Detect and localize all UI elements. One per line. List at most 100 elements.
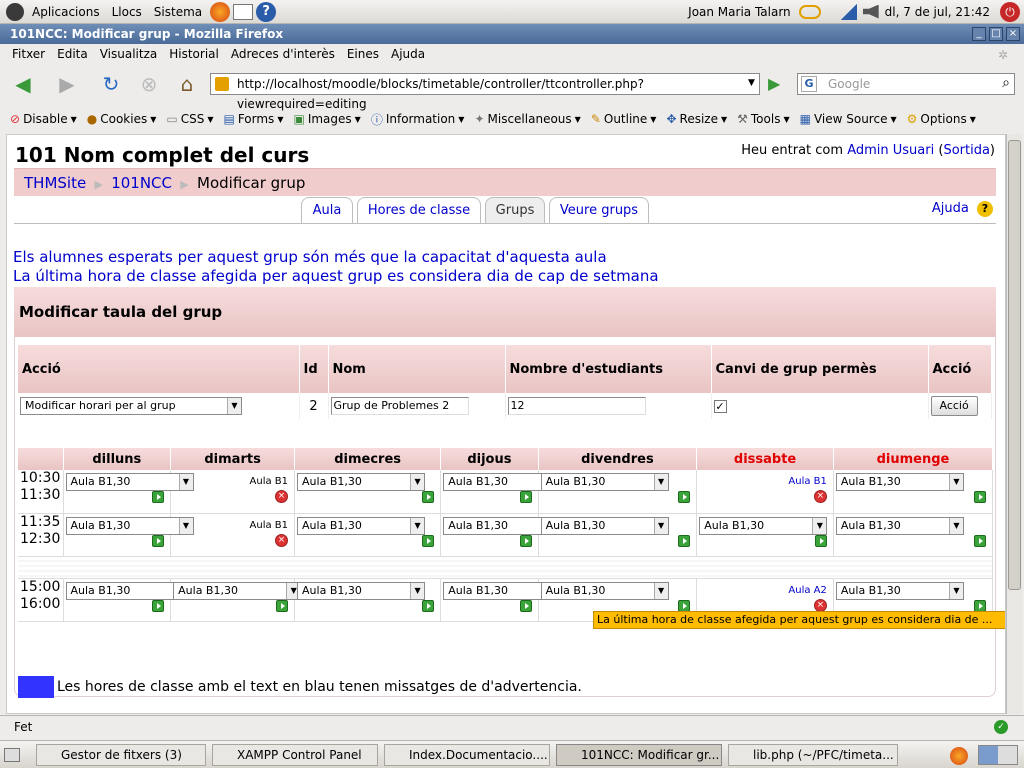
help-launcher-icon[interactable]: ?: [256, 1, 277, 22]
delete-icon[interactable]: ×: [275, 490, 289, 503]
volume-icon[interactable]: [862, 4, 879, 19]
home-icon[interactable]: ⌂: [172, 69, 202, 99]
wd-outline[interactable]: ✎ Outline ▼: [591, 112, 657, 126]
apply-go-icon[interactable]: [422, 534, 435, 547]
tab-veure-grups[interactable]: Veure grups: [549, 197, 649, 223]
task-firefox[interactable]: 101NCC: Modificar gr...: [556, 744, 722, 766]
action-select[interactable]: Modificar horari per al grup ▼: [20, 397, 242, 415]
apply-go-icon[interactable]: [152, 534, 165, 547]
wd-miscellaneous[interactable]: ✦ Miscellaneous ▼: [474, 112, 580, 126]
firefox-tray-icon[interactable]: [950, 747, 968, 765]
apply-go-icon[interactable]: [519, 599, 532, 612]
url-dropdown-icon[interactable]: ▼: [748, 78, 755, 88]
apply-go-icon[interactable]: [152, 599, 165, 612]
wd-forms[interactable]: ▤ Forms ▼: [223, 112, 283, 126]
classroom-select[interactable]: Aula B1,30▼: [540, 581, 669, 600]
apply-go-icon[interactable]: [814, 534, 827, 547]
apply-go-icon[interactable]: [974, 599, 986, 612]
classroom-select[interactable]: Aula B1,30▼: [297, 516, 426, 535]
places-menu[interactable]: Llocs: [112, 5, 142, 19]
delete-icon[interactable]: ×: [275, 533, 289, 547]
reload-icon[interactable]: ↻: [96, 69, 126, 99]
shutdown-icon[interactable]: ⏻: [1000, 1, 1020, 22]
tab-aula[interactable]: Aula: [301, 197, 353, 223]
back-arrow-icon[interactable]: ◀: [8, 69, 38, 99]
system-menu[interactable]: Sistema: [154, 5, 202, 19]
minimize-button[interactable]: _: [972, 27, 986, 41]
students-input[interactable]: 12: [507, 397, 646, 415]
task-file-manager[interactable]: Gestor de fitxers (3): [36, 744, 206, 766]
classroom-select[interactable]: Aula B1,30▼: [835, 473, 964, 491]
menu-edita[interactable]: Edita: [57, 47, 88, 61]
google-engine-icon[interactable]: G: [801, 76, 817, 92]
wd-css[interactable]: ▭ CSS ▼: [166, 112, 213, 126]
logout-link[interactable]: Sortida: [943, 143, 989, 158]
tab-hores-de-classe[interactable]: Hores de classe: [357, 197, 481, 223]
forward-arrow-icon[interactable]: ▶: [52, 69, 82, 99]
wd-disable[interactable]: ⊘ Disable ▼: [10, 112, 77, 126]
apply-go-icon[interactable]: [974, 491, 986, 503]
breadcrumb-site[interactable]: THMSite: [24, 174, 86, 192]
apply-go-icon[interactable]: [678, 491, 691, 503]
close-button[interactable]: ×: [1006, 27, 1020, 41]
action-button[interactable]: Acció: [930, 396, 978, 416]
gnome-foot-icon[interactable]: [6, 2, 24, 21]
wd-information[interactable]: ⓘ Information ▼: [371, 111, 465, 128]
apply-go-icon[interactable]: [678, 599, 691, 612]
help-icon[interactable]: ?: [977, 201, 993, 217]
breadcrumb-course[interactable]: 101NCC: [111, 174, 172, 192]
search-icon[interactable]: ⌕: [1002, 75, 1010, 91]
firefox-launcher-icon[interactable]: [210, 1, 231, 22]
wd-resize[interactable]: ✥ Resize ▼: [666, 112, 727, 126]
scrollbar-thumb[interactable]: [1008, 140, 1021, 590]
network-signal-icon[interactable]: [840, 3, 857, 20]
classroom-select[interactable]: Aula B1,30▼: [699, 516, 828, 535]
user-link[interactable]: Admin Usuari: [847, 143, 934, 158]
menu-visualitza[interactable]: Visualitza: [100, 47, 158, 61]
mail-launcher-icon[interactable]: [233, 3, 254, 20]
task-index-doc[interactable]: Index.Documentacio....: [384, 744, 550, 766]
url-bar[interactable]: http://localhost/moodle/blocks/timetable…: [210, 73, 760, 111]
group-name-input[interactable]: Grup de Problemes 2: [330, 397, 469, 415]
classroom-select[interactable]: Aula B1,30▼: [540, 516, 669, 535]
help-link[interactable]: Ajuda ?: [932, 201, 993, 217]
wd-images[interactable]: ▣ Images ▼: [293, 112, 360, 126]
wd-cookies[interactable]: ● Cookies ▼: [87, 112, 157, 126]
classroom-select[interactable]: Aula B1,30▼: [297, 581, 426, 600]
apply-go-icon[interactable]: [422, 491, 435, 503]
delete-icon[interactable]: ×: [813, 598, 827, 612]
classroom-select[interactable]: Aula B1,30▼: [297, 473, 426, 491]
menu-fitxer[interactable]: Fitxer: [12, 47, 45, 61]
applications-menu[interactable]: Aplicacions: [32, 5, 100, 19]
apply-go-icon[interactable]: [152, 491, 165, 503]
menu-eines[interactable]: Eines: [347, 47, 379, 61]
wd-options[interactable]: ⚙ Options ▼: [907, 112, 976, 126]
apply-go-icon[interactable]: [519, 534, 532, 547]
classroom-select[interactable]: Aula B1,30▼: [173, 581, 302, 600]
go-icon[interactable]: ▶: [768, 74, 780, 93]
task-xampp[interactable]: XAMPP Control Panel: [212, 744, 378, 766]
stop-icon[interactable]: ⊗: [134, 69, 164, 99]
menu-bookmarks[interactable]: Adreces d'interès: [231, 47, 335, 61]
delete-icon[interactable]: ×: [813, 490, 827, 503]
clock[interactable]: dl, 7 de jul, 21:42: [885, 5, 990, 19]
search-box[interactable]: G Google ⌕: [797, 73, 1015, 95]
apply-go-icon[interactable]: [678, 534, 691, 547]
apply-go-icon[interactable]: [276, 599, 289, 612]
classroom-select[interactable]: Aula B1,30▼: [835, 516, 964, 535]
classroom-select[interactable]: Aula B1,30▼: [540, 473, 669, 491]
help-label[interactable]: Ajuda: [932, 201, 969, 216]
menu-historial[interactable]: Historial: [169, 47, 219, 61]
apply-go-icon[interactable]: [974, 534, 986, 547]
menu-ajuda[interactable]: Ajuda: [391, 47, 425, 61]
wd-view-source[interactable]: ▦ View Source ▼: [800, 112, 897, 126]
user-name[interactable]: Joan Maria Talarn: [688, 5, 791, 19]
classroom-select[interactable]: Aula B1,30▼: [835, 581, 964, 600]
task-lib-php[interactable]: lib.php (~/PFC/timeta...: [728, 744, 898, 766]
apply-go-icon[interactable]: [422, 599, 435, 612]
wd-tools[interactable]: ⚒ Tools ▼: [737, 112, 789, 126]
show-desktop-icon[interactable]: [4, 748, 20, 762]
apply-go-icon[interactable]: [519, 491, 532, 503]
change-allowed-checkbox[interactable]: ✓: [713, 400, 727, 413]
workspace-switcher[interactable]: [978, 745, 1018, 765]
